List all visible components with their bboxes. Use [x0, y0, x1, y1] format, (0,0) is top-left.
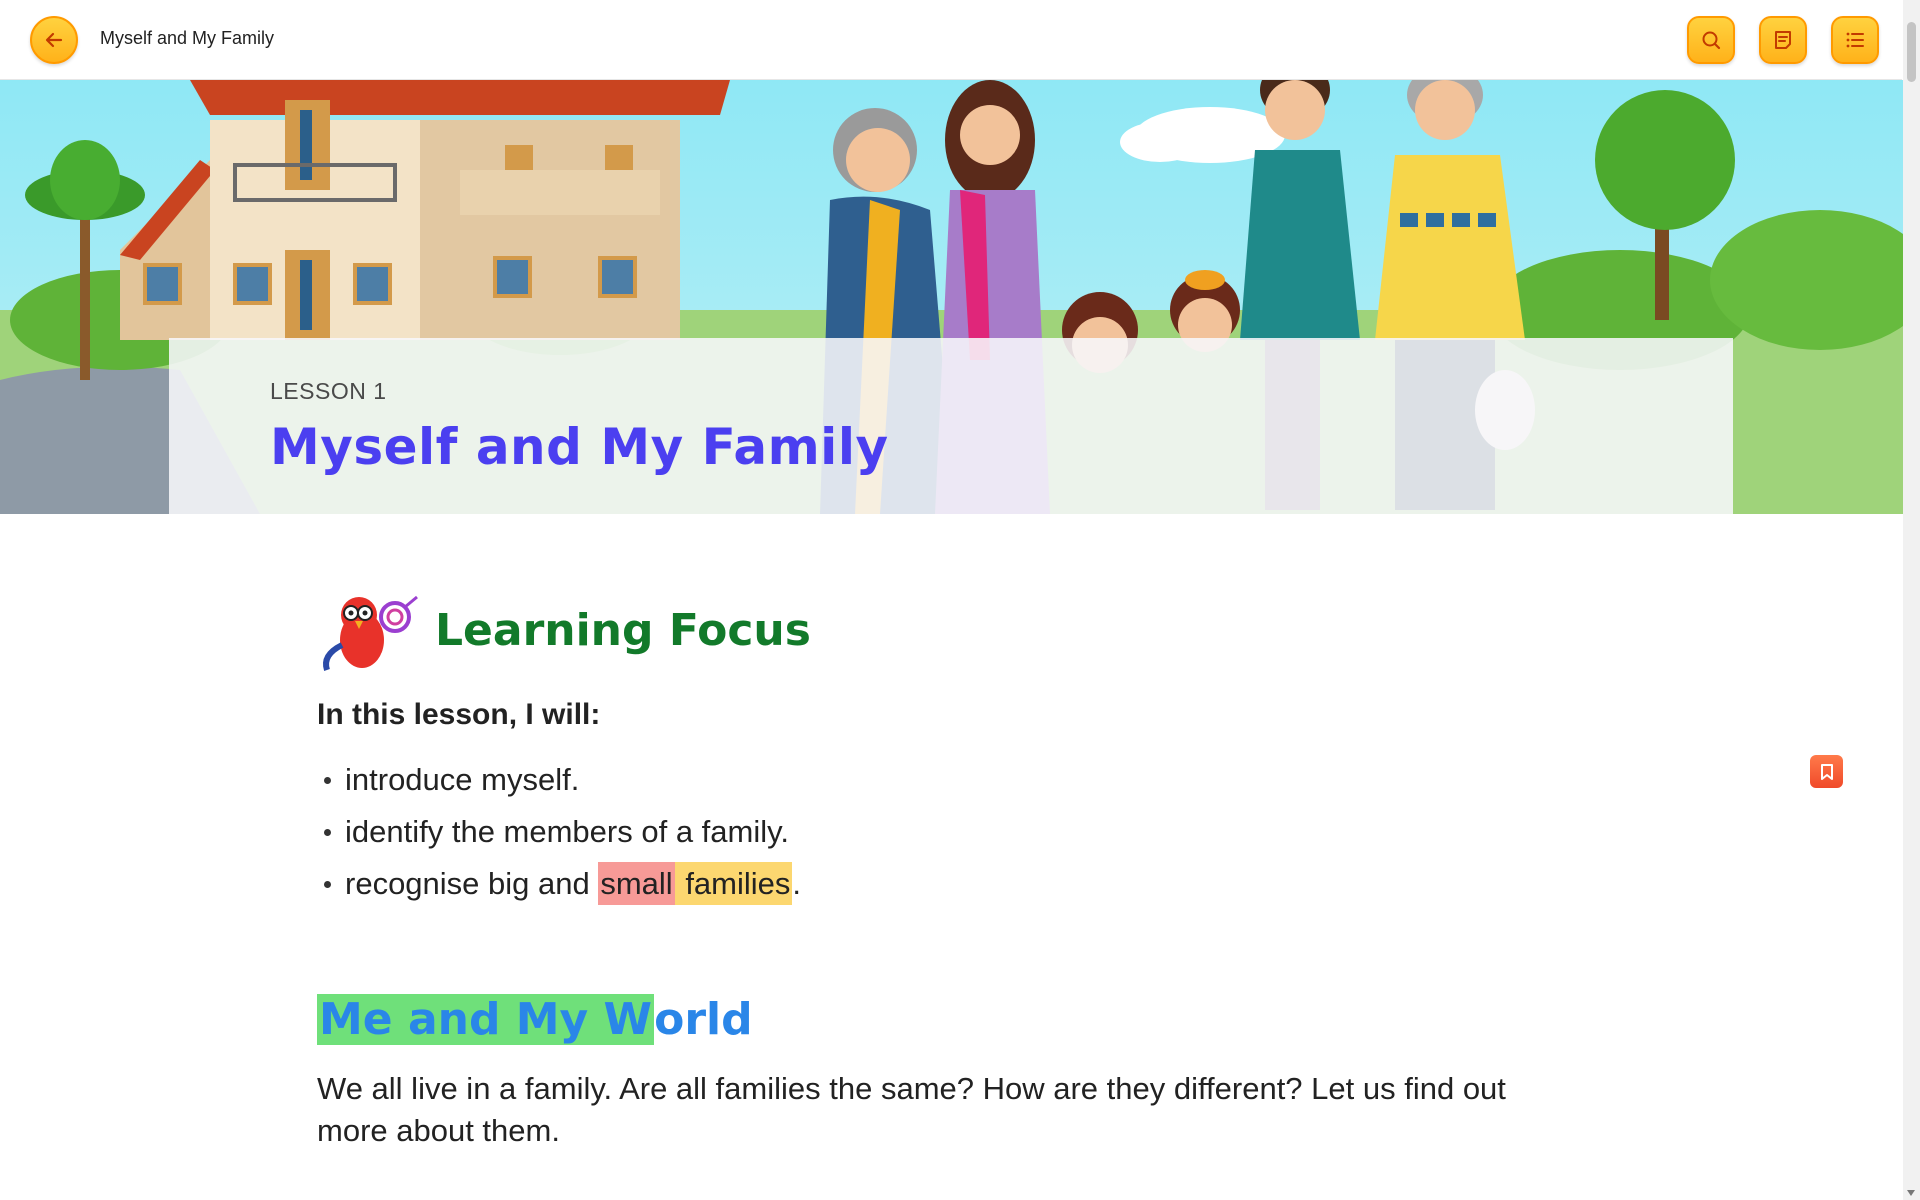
table-of-contents-button[interactable] — [1831, 16, 1879, 64]
notes-icon — [1775, 31, 1791, 49]
notes-button[interactable] — [1759, 16, 1807, 64]
learning-focus-list: introduce myself. identify the members o… — [317, 754, 1547, 910]
list-item: recognise big and small families. — [317, 858, 1547, 910]
back-button[interactable] — [30, 16, 78, 64]
highlight-yellow-text: families — [685, 866, 791, 901]
list-item: identify the members of a family. — [317, 806, 1547, 858]
scroll-down-arrow[interactable] — [1907, 1190, 1915, 1196]
section-title: Me and My World — [317, 992, 753, 1048]
list-item-text: introduce myself. — [345, 762, 580, 797]
search-icon — [1702, 31, 1721, 50]
highlight-green[interactable]: Me and My W — [317, 994, 655, 1045]
list-item-prefix: recognise big and — [345, 866, 599, 901]
bullet-icon — [324, 828, 331, 836]
parrot-mascot-icon — [323, 595, 418, 671]
lesson-title: Myself and My Family — [270, 418, 889, 476]
scrollbar-thumb[interactable] — [1907, 22, 1916, 82]
vertical-scrollbar[interactable] — [1903, 0, 1920, 1200]
section-title-rest: orld — [654, 994, 753, 1045]
bookmark-icon — [1820, 763, 1833, 780]
section-paragraph: We all live in a family. Are all familie… — [317, 1071, 1506, 1148]
top-bar: Myself and My Family — [0, 0, 1902, 80]
list-item-suffix: . — [792, 866, 802, 901]
bookmark-button[interactable] — [1810, 755, 1843, 788]
list-item: introduce myself. — [317, 754, 1547, 806]
lesson-hero-banner: LESSON 1 Myself and My Family — [0, 80, 1903, 514]
arrow-left-icon — [45, 32, 63, 48]
highlight-yellow[interactable]: families — [674, 862, 793, 905]
lesson-header-card: LESSON 1 Myself and My Family — [169, 338, 1733, 514]
page-title: Myself and My Family — [100, 28, 275, 48]
learning-focus-title: Learning Focus — [435, 604, 811, 656]
lesson-number-label: LESSON 1 — [270, 378, 387, 404]
learning-focus-intro: In this lesson, I will: — [317, 698, 601, 731]
lesson-content: Learning Focus In this lesson, I will: i… — [317, 580, 1547, 1152]
bullet-icon — [324, 776, 331, 784]
bullet-icon — [324, 880, 331, 888]
list-item-text: identify the members of a family. — [345, 814, 789, 849]
search-button[interactable] — [1687, 16, 1735, 64]
highlight-red[interactable]: small — [598, 862, 675, 905]
list-icon — [1846, 32, 1864, 48]
list-item-text: recognise big and small families. — [345, 858, 801, 910]
learning-focus-heading: Learning Focus — [317, 580, 1547, 680]
